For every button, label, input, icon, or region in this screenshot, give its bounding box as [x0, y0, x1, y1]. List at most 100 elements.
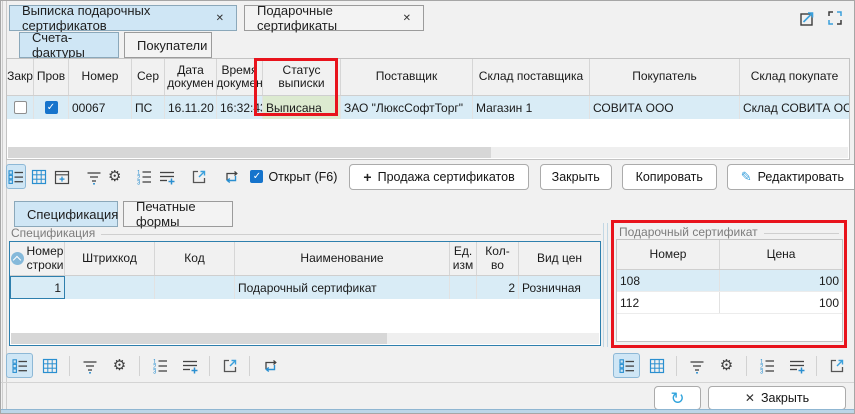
col-postavshchik[interactable]: Поставщик [341, 59, 473, 95]
close-tab-icon[interactable]: ✕ [403, 13, 411, 24]
add-row-button[interactable] [176, 353, 203, 378]
checkbox-checked[interactable]: ✓ [45, 101, 58, 114]
tab-pechatnye-formy[interactable]: Печатные формы [123, 201, 233, 227]
add-row-button[interactable] [157, 164, 177, 189]
col-data[interactable]: Дата докумен [165, 59, 217, 95]
spec-col-qty[interactable]: Кол-во [477, 242, 519, 275]
scrollbar-thumb[interactable] [8, 147, 491, 158]
cell-sklad-postavshchika: Магазин 1 [473, 96, 590, 119]
numbered-list-button[interactable]: 1 2 3 [146, 353, 173, 378]
col-nomer[interactable]: Номер [69, 59, 132, 95]
scrollbar-thumb[interactable] [11, 333, 387, 344]
cell-prov: ✓ [34, 96, 69, 119]
col-prov[interactable]: Пров [34, 59, 69, 95]
col-vremya[interactable]: Время докумен [217, 59, 263, 95]
cell-qty: 2 [477, 276, 519, 299]
tab-scheta-faktury[interactable]: Счета-фактуры [19, 32, 119, 58]
view-calendar-button[interactable] [52, 164, 72, 189]
popout-window-button[interactable] [794, 7, 819, 29]
spec-col-code[interactable]: Код [155, 242, 235, 275]
close-document-button[interactable]: Закрыть [540, 164, 612, 190]
panel-splitter[interactable] [603, 223, 608, 347]
group-line [101, 234, 601, 235]
button-label: Продажа сертификатов [378, 170, 515, 184]
settings-button[interactable]: ⚙ [713, 353, 740, 378]
numbered-list-button[interactable]: 1 2 3 [134, 164, 154, 189]
copy-button[interactable]: Копировать [622, 164, 717, 190]
window-bottom-edge [1, 409, 854, 413]
invoice-row[interactable]: ✓ 00067 ПС 16.11.20 16:32:43 Выписана ЗА… [7, 96, 849, 119]
list-add-icon [788, 357, 806, 375]
close-tab-icon[interactable]: ✕ [216, 13, 224, 24]
filter-button[interactable] [683, 353, 710, 378]
sell-certificates-button[interactable]: + Продажа сертификатов [349, 164, 528, 190]
open-external-button[interactable] [216, 353, 243, 378]
filter-button[interactable] [84, 164, 104, 189]
open-external-icon [828, 357, 846, 375]
invoices-table: Закр Пров Номер Сер Дата докумен Время д… [6, 58, 850, 160]
reread-button[interactable] [221, 164, 241, 189]
close-window-button[interactable]: ✕ Закрыть [708, 386, 846, 410]
list-add-icon [181, 357, 199, 375]
gift-row[interactable]: 112 100 [617, 292, 842, 314]
settings-button[interactable]: ⚙ [107, 164, 122, 189]
gift-col-price[interactable]: Цена [720, 240, 842, 269]
cell-price-type: Розничная [519, 276, 600, 299]
tab-podarochnye-sertifikaty[interactable]: Подарочные сертификаты ✕ [244, 5, 424, 31]
horizontal-scrollbar[interactable] [8, 147, 848, 158]
grid-view-icon [30, 168, 48, 186]
view-grid-button[interactable] [29, 164, 49, 189]
toolbar-separator [69, 356, 70, 376]
col-ser[interactable]: Сер [132, 59, 165, 95]
spec-col-price-type[interactable]: Вид цен [519, 242, 600, 275]
tab-label: Спецификация [27, 207, 118, 222]
filter-icon [81, 357, 99, 375]
col-sklad-pokupatelya[interactable]: Склад покупате [740, 59, 849, 95]
refresh-button[interactable]: ↻ [654, 386, 701, 410]
tab-specifikaciya[interactable]: Спецификация [14, 201, 118, 227]
fullscreen-button[interactable] [822, 7, 847, 29]
open-external-button[interactable] [189, 164, 209, 189]
cell-barcode [65, 276, 155, 299]
edit-button[interactable]: ✎ Редактировать [727, 164, 855, 190]
col-pokupatel[interactable]: Покупатель [590, 59, 740, 95]
tab-label: Печатные формы [136, 199, 220, 229]
gift-row[interactable]: 108 100 [617, 270, 842, 292]
view-list-button[interactable] [613, 353, 640, 378]
toolbar-separator [676, 356, 677, 376]
group-label: Спецификация [11, 226, 95, 240]
numbered-list-button[interactable]: 1 2 3 [753, 353, 780, 378]
group-line [764, 233, 839, 234]
spec-col-name[interactable]: Наименование [235, 242, 450, 275]
open-external-button[interactable] [823, 353, 850, 378]
add-row-button[interactable] [783, 353, 810, 378]
list-add-icon [158, 168, 176, 186]
view-grid-button[interactable] [36, 353, 63, 378]
spec-col-unit[interactable]: Ед. изм [450, 242, 477, 275]
gift-toolbar: ⚙ 1 2 3 [613, 352, 855, 379]
sort-asc-icon[interactable] [11, 252, 24, 265]
horizontal-scrollbar[interactable] [11, 333, 599, 344]
spec-col-line[interactable]: Номер строки [10, 242, 65, 275]
tab-vypiska-sertifikatov[interactable]: Выписка подарочных сертификатов ✕ [9, 5, 237, 31]
filter-button[interactable] [76, 353, 103, 378]
open-f6-checkbox[interactable]: ✓ Открыт (F6) [250, 170, 337, 184]
svg-text:3: 3 [137, 180, 141, 186]
settings-button[interactable]: ⚙ [106, 353, 133, 378]
gear-icon: ⚙ [113, 358, 126, 373]
view-list-button[interactable] [6, 164, 26, 189]
cell-vremya: 16:32:43 [217, 96, 263, 119]
checkbox-unchecked[interactable] [14, 101, 27, 114]
view-list-button[interactable] [6, 353, 33, 378]
view-grid-button[interactable] [643, 353, 670, 378]
tab-pokupateli[interactable]: Покупатели [124, 32, 212, 58]
spec-row[interactable]: 1 Подарочный сертификат 2 Розничная [10, 276, 600, 299]
cell-number: 108 [617, 270, 720, 291]
reread-button[interactable] [256, 353, 283, 378]
col-sklad-postavshchika[interactable]: Склад поставщика [473, 59, 590, 95]
checkbox-checked[interactable]: ✓ [250, 170, 263, 183]
gift-col-number[interactable]: Номер [617, 240, 720, 269]
spec-col-barcode[interactable]: Штрихкод [65, 242, 155, 275]
col-status[interactable]: Статус выписки [263, 59, 341, 95]
col-zakr[interactable]: Закр [7, 59, 34, 95]
